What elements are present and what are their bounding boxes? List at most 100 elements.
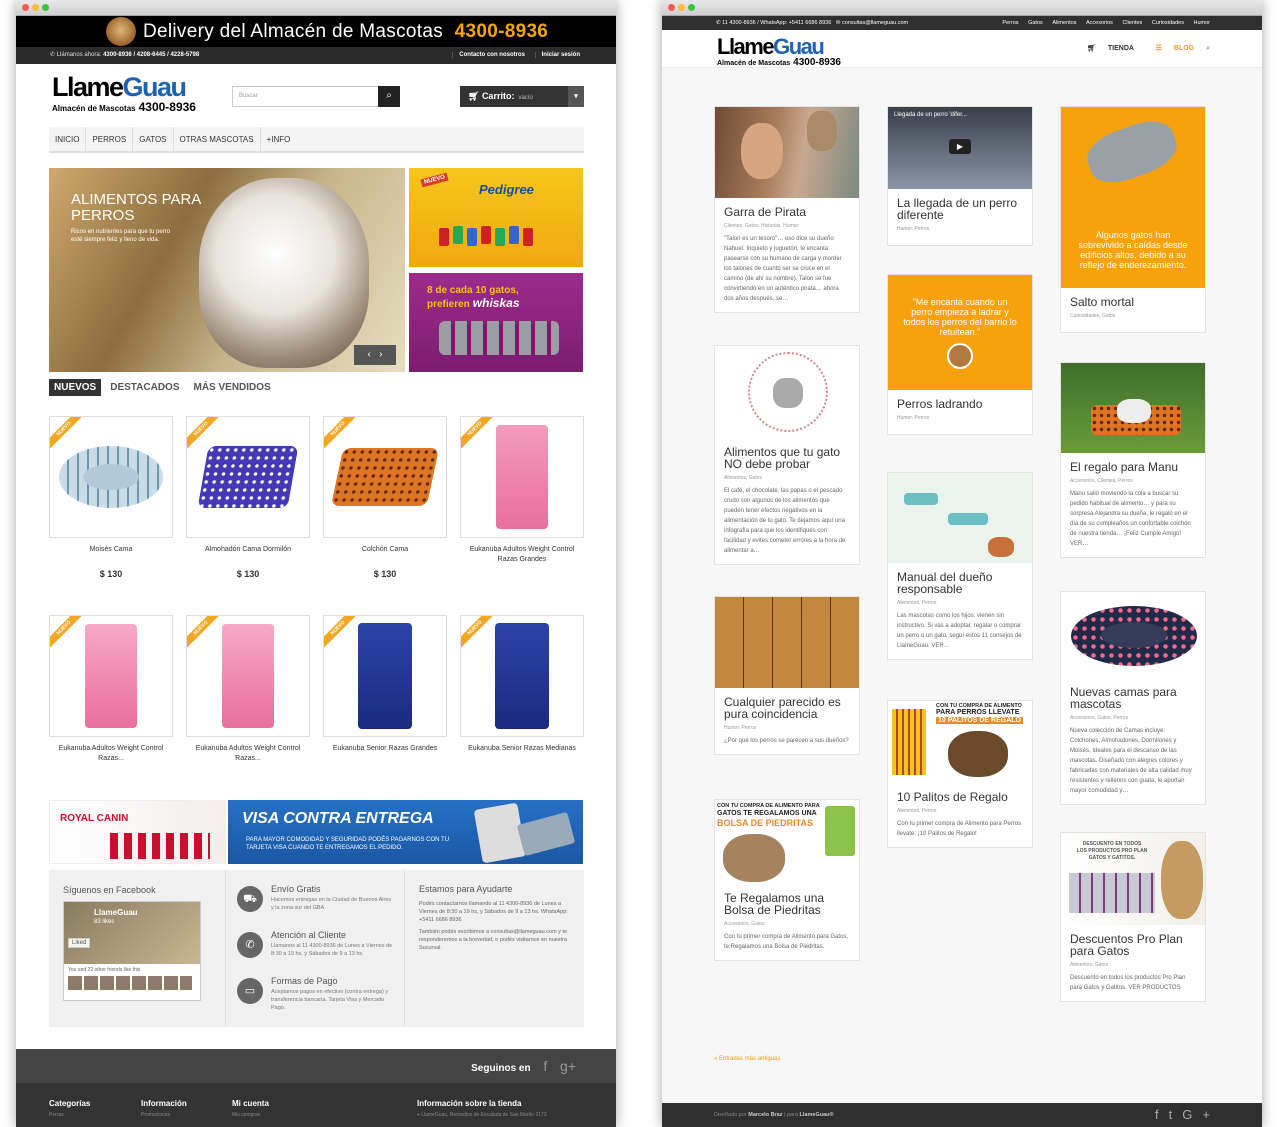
royal-canin-banner[interactable]: ROYAL CANIN xyxy=(49,800,226,864)
facebook-icon[interactable]: f xyxy=(543,1058,547,1074)
nav-gatos[interactable]: GATOS xyxy=(133,127,174,153)
post-title[interactable]: Cualquier parecido es pura coincidencia xyxy=(724,696,850,720)
footer-link[interactable]: Mis compras xyxy=(232,1112,269,1118)
facebook-box[interactable]: LlameGuau 83 likes Liked You and 22 othe… xyxy=(63,901,201,1001)
visa-banner[interactable]: VISA CONTRA ENTREGA PARA MAYOR COMODIDAD… xyxy=(228,800,583,864)
product-name[interactable]: Moisés Cama xyxy=(49,545,173,555)
maximize-window-icon[interactable] xyxy=(42,4,49,11)
post-image[interactable]: CON TU COMPRA DE ALIMENTO PARA PERROS LL… xyxy=(888,701,1032,783)
login-link[interactable]: Iniciar sesión xyxy=(534,52,580,58)
topbar-link-clientes[interactable]: Clientes xyxy=(1122,20,1142,26)
post-card[interactable]: CON TU COMPRA DE ALIMENTO PARA GATOS TE … xyxy=(714,799,860,961)
post-card[interactable]: DESCUENTO EN TODOS LOS PRODUCTOS PRO PLA… xyxy=(1060,832,1206,1002)
post-title[interactable]: Manual del dueño responsable xyxy=(897,571,1023,595)
topbar-link-gatos[interactable]: Gatos xyxy=(1028,20,1043,26)
play-icon[interactable]: ▶ xyxy=(949,139,971,154)
product-card[interactable]: NUEVO Eukanuba Adultos Weight Control Ra… xyxy=(186,615,310,764)
hero-slider[interactable]: ALIMENTOS PARA PERROS Ricos en nutriente… xyxy=(49,168,405,372)
close-window-icon[interactable] xyxy=(668,4,675,11)
arrow-left-icon[interactable]: ‹ xyxy=(367,349,370,360)
topbar-link-humor[interactable]: Humor xyxy=(1193,20,1210,26)
post-card[interactable]: El regalo para Manu Accesorios, Clientes,… xyxy=(1060,362,1206,558)
post-title[interactable]: Garra de Pirata xyxy=(724,206,850,218)
topbar-link-alimentos[interactable]: Alimentos xyxy=(1052,20,1076,26)
product-card[interactable]: NUEVO Eukanuba Senior Razas Grandes xyxy=(323,615,447,754)
product-card[interactable]: NUEVO Eukanuba Adultos Weight Control Ra… xyxy=(460,416,584,579)
topbar-link-curiosidades[interactable]: Curiosidades xyxy=(1152,20,1184,26)
minimize-window-icon[interactable] xyxy=(678,4,685,11)
facebook-icon[interactable]: f xyxy=(1155,1107,1169,1122)
product-image[interactable]: NUEVO xyxy=(49,416,173,538)
product-name[interactable]: Eukanuba Senior Razas Grandes xyxy=(323,744,447,754)
google-plus-icon[interactable]: g+ xyxy=(560,1058,576,1074)
post-card[interactable]: "Me encanta cuando un perro empieza a la… xyxy=(887,274,1033,435)
nav-info[interactable]: +INFO xyxy=(261,127,297,153)
topbar-link-accesorios[interactable]: Accesorios xyxy=(1086,20,1113,26)
post-image[interactable] xyxy=(1061,363,1205,453)
minimize-window-icon[interactable] xyxy=(32,4,39,11)
close-window-icon[interactable] xyxy=(22,4,29,11)
post-title[interactable]: La llegada de un perro diferente xyxy=(897,197,1023,221)
post-title[interactable]: Te Regalamos una Bolsa de Piedritas xyxy=(724,892,850,916)
site-logo[interactable]: LlameGuau Almacén de Mascotas 4300-8936 xyxy=(52,74,196,114)
product-card[interactable]: NUEVO Colchón Cama $ 130 xyxy=(323,416,447,579)
product-image[interactable]: NUEVO xyxy=(323,416,447,538)
search-input[interactable]: Buscar ⌕ xyxy=(232,86,400,107)
product-card[interactable]: NUEVO Eukanuba Senior Razas Medianas xyxy=(460,615,584,754)
search-icon[interactable]: ⌕ xyxy=(1206,45,1210,52)
post-card[interactable]: Alimentos que tu gato NO debe probar Alim… xyxy=(714,345,860,565)
footer-link[interactable]: Perros xyxy=(49,1112,90,1118)
product-image[interactable]: NUEVO xyxy=(186,416,310,538)
post-image[interactable] xyxy=(715,597,859,688)
product-name[interactable]: Eukanuba Adultos Weight Control Razas... xyxy=(49,744,173,764)
contact-link[interactable]: Contacto con nosotros xyxy=(452,52,525,58)
post-image[interactable]: DESCUENTO EN TODOS LOS PRODUCTOS PRO PLA… xyxy=(1061,833,1205,925)
post-image[interactable] xyxy=(888,473,1032,563)
nav-inicio[interactable]: INICIO xyxy=(49,127,87,153)
nav-perros[interactable]: PERROS xyxy=(86,127,134,153)
post-card[interactable]: CON TU COMPRA DE ALIMENTO PARA PERROS LL… xyxy=(887,700,1033,848)
post-title[interactable]: Salto mortal xyxy=(1070,296,1196,308)
search-button[interactable]: ⌕ xyxy=(378,86,400,107)
product-name[interactable]: Eukanuba Senior Razas Medianas xyxy=(460,744,584,754)
designer-name[interactable]: Marcelo Braz xyxy=(748,1112,782,1118)
product-image[interactable]: NUEVO xyxy=(49,615,173,737)
pedigree-promo[interactable]: NUEVO Pedigree xyxy=(409,168,583,267)
tab-destacados[interactable]: DESTACADOS xyxy=(105,379,184,396)
product-name[interactable]: Colchón Cama xyxy=(323,545,447,555)
post-title[interactable]: Descuentos Pro Plan para Gatos xyxy=(1070,933,1196,957)
product-image[interactable]: NUEVO xyxy=(460,615,584,737)
product-card[interactable]: NUEVO Moisés Cama $ 130 xyxy=(49,416,173,579)
footer-link[interactable]: Promociones xyxy=(141,1112,187,1118)
post-card[interactable]: Algunos gatos han sobrevivido a caídas d… xyxy=(1060,106,1206,333)
product-image[interactable]: NUEVO xyxy=(323,615,447,737)
product-name[interactable]: Almohadón Cama Dormilón xyxy=(186,545,310,555)
cart-widget[interactable]: 🛒︎ Carrito: vacío ▾ xyxy=(460,86,584,107)
post-image[interactable]: CON TU COMPRA DE ALIMENTO PARA GATOS TE … xyxy=(715,800,859,884)
google-plus-icon[interactable]: G+ xyxy=(1182,1107,1220,1122)
post-image[interactable] xyxy=(715,346,859,438)
arrow-right-icon[interactable]: › xyxy=(379,349,382,360)
nav-otras-mascotas[interactable]: OTRAS MASCOTAS xyxy=(174,127,261,153)
nav-tienda[interactable]: 🛒︎ TIENDA xyxy=(1077,45,1134,52)
post-title[interactable]: Alimentos que tu gato NO debe probar xyxy=(724,446,850,470)
nav-blog[interactable]: ☰ BLOG xyxy=(1146,45,1194,52)
post-image[interactable] xyxy=(1061,592,1205,678)
older-posts-link[interactable]: « Entradas más antiguas xyxy=(714,1056,780,1062)
post-card[interactable]: Garra de Pirata Clientes, Gatos, Historia… xyxy=(714,106,860,313)
post-card[interactable]: Llegada de un perro 'difer... ▶ La llega… xyxy=(887,106,1033,246)
topbar-email[interactable]: consultas@llameguau.com xyxy=(842,20,908,26)
site-logo[interactable]: LlameGuau Almacén de Mascotas 4300-8936 xyxy=(717,36,841,68)
product-card[interactable]: NUEVO Eukanuba Adultos Weight Control Ra… xyxy=(49,615,173,764)
post-card[interactable]: Cualquier parecido es pura coincidencia H… xyxy=(714,596,860,755)
facebook-page-name[interactable]: LlameGuau xyxy=(94,908,138,917)
product-image[interactable]: NUEVO xyxy=(186,615,310,737)
slider-arrows[interactable]: ‹ › xyxy=(354,345,396,365)
banner-phone[interactable]: 4300-8936 xyxy=(455,21,549,42)
product-card[interactable]: NUEVO Almohadón Cama Dormilón $ 130 xyxy=(186,416,310,579)
liked-button[interactable]: Liked xyxy=(68,938,91,948)
post-title[interactable]: 10 Palitos de Regalo xyxy=(897,791,1023,803)
post-card[interactable]: Manual del dueño responsable Alimentos, P… xyxy=(887,472,1033,660)
tab-nuevos[interactable]: NUEVOS xyxy=(49,379,102,396)
chevron-down-icon[interactable]: ▾ xyxy=(568,86,584,107)
